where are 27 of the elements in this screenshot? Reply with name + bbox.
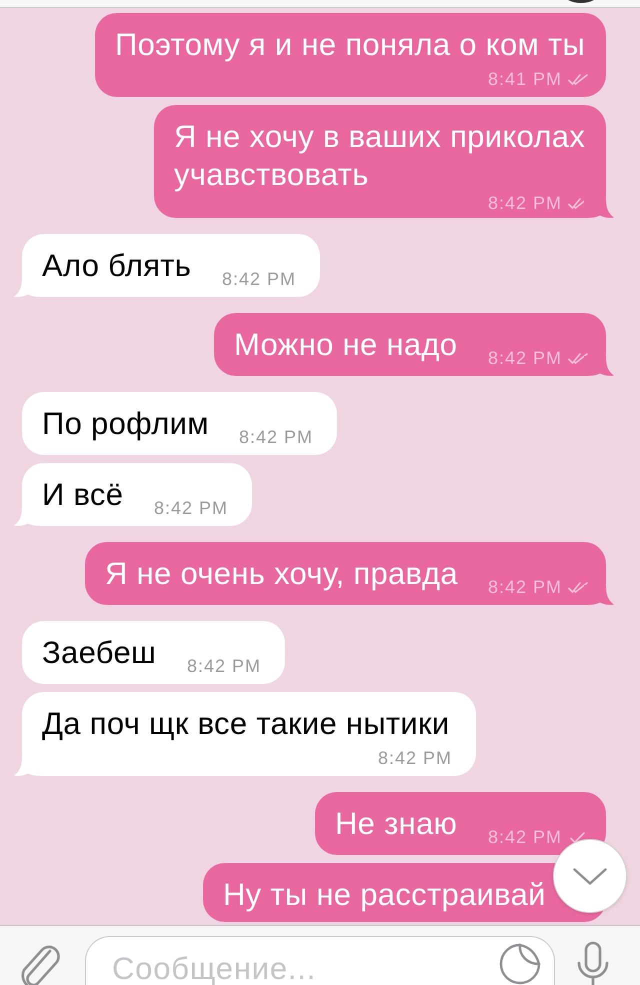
message-text: И всё [42,477,124,512]
message-text: Не знаю [335,806,458,841]
message-time: 8:42 PM [488,827,562,847]
message-text: Заебеш [42,635,156,670]
message-time: 8:42 PM [488,348,562,368]
message-time: 8:42 PM [238,427,313,447]
message-text: Поэтому я и не поняла о ком ты [115,27,586,62]
message-text: Я не хочу в ваших приколах учавствовать [174,119,586,192]
message-text: По рофлим [42,406,209,441]
message-text: Ало блять [42,248,192,283]
message-text: Я не очень хочу, правда [105,556,458,591]
message-time: 8:42 PM [488,577,562,597]
avatar[interactable] [568,0,594,3]
message-time: 8:42 PM [154,498,228,518]
sticker-icon[interactable] [499,941,541,985]
message-time: 8:41 PM [488,69,562,89]
message-time: 8:42 PM [488,193,562,213]
paperclip-icon[interactable] [20,945,62,985]
message-input[interactable]: Сообщение... [85,936,555,985]
message-text: Да поч щк все такие нытики [42,706,450,741]
message-time: 8:42 PM [222,269,296,289]
message-time: 8:42 PM [378,748,452,768]
microphone-icon[interactable] [575,941,611,985]
message-text: Ну ты не расстраивай [223,877,546,912]
message-time: 8:42 PM [186,656,261,676]
message-text: Можно не надо [234,327,458,362]
chevron-down-icon [573,868,607,884]
